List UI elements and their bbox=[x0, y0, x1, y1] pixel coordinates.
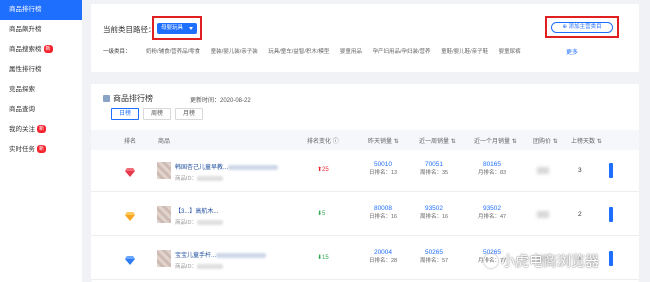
ruby-diamond-icon bbox=[125, 168, 135, 177]
product-name-link[interactable]: 宝宝儿童手杆... bbox=[175, 250, 267, 259]
update-time: 更新时间：2020-08-22 bbox=[190, 98, 251, 104]
caret-down-icon bbox=[189, 27, 193, 30]
category-item[interactable]: 童鞋/婴儿鞋/亲子鞋 bbox=[441, 49, 488, 55]
sidebar-item-competitor-explore[interactable]: 竞品探索 bbox=[0, 80, 82, 100]
category-item[interactable]: 婴童用品 bbox=[340, 49, 362, 55]
table-row[interactable]: 韩国杏己儿童早教... 商品ID： ⬆25 50010 日排名：13 70051 周… bbox=[91, 150, 639, 192]
new-badge: 新 bbox=[37, 125, 47, 134]
tab-weekly[interactable]: 周榜 bbox=[143, 108, 172, 120]
sort-icon: ⇅ bbox=[596, 139, 602, 145]
category-item[interactable]: 婴童尿裤 bbox=[499, 49, 521, 55]
new-badge: 新 bbox=[37, 145, 47, 154]
category-item[interactable]: 童装/婴儿装/亲子装 bbox=[211, 49, 258, 55]
product-thumbnail[interactable] bbox=[157, 250, 171, 267]
gold-diamond-icon bbox=[125, 212, 135, 221]
product-id: 商品ID： bbox=[175, 262, 224, 270]
product-name-link[interactable]: 韩国杏己儿童早教... bbox=[175, 162, 279, 171]
sales-cell: 80008 日排名：16 bbox=[368, 205, 398, 220]
new-badge: 新 bbox=[43, 45, 53, 54]
sidebar-item-product-ranking[interactable]: 商品排行榜 bbox=[0, 0, 82, 20]
chart-icon bbox=[103, 95, 110, 102]
th-product: 商品 bbox=[158, 139, 171, 145]
rank-change-down: ⬇5 bbox=[317, 211, 326, 217]
category-item[interactable]: 玩具/童车/益智/积木/模型 bbox=[268, 49, 329, 55]
th-rank: 排名 bbox=[124, 139, 137, 145]
rank-change-down: ⬇15 bbox=[317, 255, 329, 261]
sidebar-item-my-follow[interactable]: 我的关注新 bbox=[0, 120, 82, 140]
trend-bar[interactable] bbox=[609, 207, 613, 222]
th-sales[interactable]: 昨天销量 ⇅ bbox=[368, 136, 399, 145]
sort-icon: ⇅ bbox=[511, 139, 517, 145]
trend-bar[interactable] bbox=[609, 163, 613, 178]
table-row[interactable]: 【3...】高航木... 商品ID： ⬇5 80008 日排名：16 93502 周… bbox=[91, 194, 639, 236]
period-tabs: 日榜 周榜 月榜 bbox=[111, 108, 207, 120]
ranking-title: 商品排行榜 bbox=[103, 93, 153, 104]
category-path-dropdown[interactable]: 母婴玩具 bbox=[157, 23, 197, 34]
sidebar-item-product-rising[interactable]: 商品飙升榜 bbox=[0, 20, 82, 40]
th-sales-month[interactable]: 近一个月销量 ⇅ bbox=[474, 136, 517, 145]
sidebar-item-realtime-task[interactable]: 实时任务新 bbox=[0, 140, 82, 160]
sidebar: 商品排行榜 商品飙升榜 商品搜索榜新 属性排行榜 竞品探索 商品查询 我的关注新… bbox=[0, 0, 82, 282]
category-path-label: 当前类目路径： bbox=[103, 25, 156, 34]
product-id: 商品ID： bbox=[175, 218, 224, 226]
sort-icon: ⇅ bbox=[552, 139, 558, 145]
rank-change-up: ⬆25 bbox=[317, 167, 329, 173]
category-label: 一级类目： bbox=[103, 49, 131, 55]
category-path-highlight: 母婴玩具 bbox=[152, 16, 202, 40]
add-category-highlight: ⊕ 添加主营类目 bbox=[545, 16, 619, 38]
th-days[interactable]: 上榜天数 ⇅ bbox=[571, 136, 602, 145]
days-value: 2 bbox=[578, 211, 582, 218]
product-thumbnail[interactable] bbox=[157, 162, 171, 179]
th-price[interactable]: 团购价 ⇅ bbox=[533, 136, 558, 145]
price-value bbox=[537, 211, 549, 218]
table-header: 排名 商品 排名变化 ⓘ 昨天销量 ⇅ 近一周销量 ⇅ 近一个月销量 ⇅ 团购价… bbox=[91, 130, 639, 150]
tab-monthly[interactable]: 月榜 bbox=[175, 108, 204, 120]
sales-cell: 20004 日排名：28 bbox=[368, 249, 398, 264]
th-rank-change[interactable]: 排名变化 ⓘ bbox=[307, 136, 339, 145]
more-categories-link[interactable]: 更多 bbox=[566, 47, 578, 56]
sort-icon: ⇅ bbox=[393, 139, 399, 145]
product-name-link[interactable]: 【3...】高航木... bbox=[175, 206, 218, 215]
category-item[interactable]: 奶粉/辅食/营养品/零食 bbox=[146, 49, 200, 55]
product-id: 商品ID： bbox=[175, 174, 224, 182]
sales-month-cell: 93502 月排名：47 bbox=[477, 205, 507, 220]
th-sales-week[interactable]: 近一周销量 ⇅ bbox=[419, 136, 456, 145]
price-value bbox=[537, 167, 549, 174]
sales-week-cell: 70051 周排名：35 bbox=[419, 161, 449, 176]
days-value: 3 bbox=[578, 167, 582, 174]
sales-week-cell: 93502 周排名：16 bbox=[419, 205, 449, 220]
category-filter-panel: 当前类目路径： 母婴玩具 ⊕ 添加主营类目 一级类目： 奶粉/辅食/营养品/零食… bbox=[91, 4, 639, 72]
add-main-category-button[interactable]: ⊕ 添加主营类目 bbox=[551, 22, 613, 33]
blue-diamond-icon bbox=[125, 256, 135, 265]
sort-icon: ⇅ bbox=[450, 139, 456, 145]
trend-bar[interactable] bbox=[609, 251, 613, 266]
sales-cell: 50010 日排名：13 bbox=[368, 161, 398, 176]
sales-month-cell: 80165 月排名：83 bbox=[477, 161, 507, 176]
tab-daily[interactable]: 日榜 bbox=[111, 108, 140, 120]
watermark: 小虎电商浏览器 bbox=[484, 251, 599, 271]
category-list: 一级类目： 奶粉/辅食/营养品/零食 童装/婴儿装/亲子装 玩具/童车/益智/积… bbox=[103, 47, 530, 55]
sales-week-cell: 50265 周排名：57 bbox=[419, 249, 449, 264]
category-item[interactable]: 孕产妇用品/孕妇装/营养 bbox=[372, 49, 430, 55]
sidebar-item-product-search[interactable]: 商品搜索榜新 bbox=[0, 40, 82, 60]
product-thumbnail[interactable] bbox=[157, 206, 171, 223]
help-icon: ⓘ bbox=[332, 139, 339, 145]
sidebar-item-product-query[interactable]: 商品查询 bbox=[0, 100, 82, 120]
watermark-logo-icon bbox=[484, 254, 498, 268]
sidebar-item-attribute-ranking[interactable]: 属性排行榜 bbox=[0, 60, 82, 80]
